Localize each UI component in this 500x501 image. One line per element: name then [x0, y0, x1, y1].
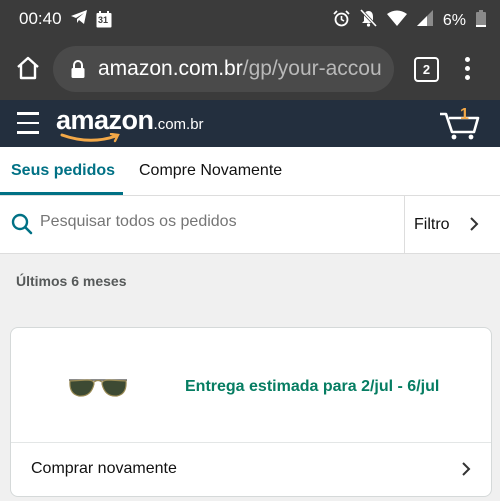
- cart-icon: [440, 112, 480, 140]
- chevron-right-icon: [461, 461, 471, 482]
- home-button[interactable]: [15, 55, 41, 81]
- signal-icon: [416, 10, 433, 31]
- buy-again-label: Comprar novamente: [31, 460, 177, 477]
- battery-icon: [476, 9, 486, 32]
- filter-label: Filtro: [414, 216, 450, 233]
- more-vert-icon: [465, 57, 470, 62]
- battery-level: 6%: [442, 11, 466, 29]
- tab-count: 2: [422, 62, 431, 77]
- delivery-estimate: Entrega estimada para 2/jul - 6/jul: [185, 378, 440, 395]
- lock-icon: [71, 60, 85, 83]
- logo-wordmark: amazon: [56, 105, 154, 135]
- filter-button[interactable]: Filtro: [405, 196, 500, 253]
- hamburger-icon: [17, 112, 39, 115]
- wifi-icon: [386, 10, 407, 31]
- home-icon: [17, 56, 39, 80]
- status-bar: 00:40 31 6%: [0, 0, 500, 38]
- logo-domain: .com.br: [153, 116, 204, 133]
- amazon-logo[interactable]: amazon.com.br: [56, 105, 204, 143]
- browser-toolbar: amazon.com.br/gp/your-accou 2: [0, 38, 500, 100]
- cart-button[interactable]: [438, 108, 480, 140]
- tab-buy-again[interactable]: Compre Novamente: [139, 162, 282, 180]
- url-path: /gp/your-accou: [242, 57, 382, 80]
- calendar-day: 31: [98, 15, 109, 25]
- browser-menu-button[interactable]: [465, 57, 471, 81]
- search-icon: [11, 213, 33, 240]
- chevron-right-icon: [469, 216, 479, 237]
- orders-tabs: Seus pedidos Compre Novamente: [0, 147, 500, 196]
- sunglasses-image[interactable]: [67, 376, 129, 405]
- hamburger-menu-button[interactable]: [17, 112, 39, 134]
- notifications-off-icon: [359, 8, 377, 32]
- cart-count: 1: [460, 106, 469, 123]
- order-search-bar: Filtro: [0, 196, 500, 254]
- search-input[interactable]: [40, 213, 390, 231]
- url-domain: amazon.com.br: [98, 57, 243, 80]
- telegram-icon: [70, 9, 88, 30]
- clock: 00:40: [19, 9, 62, 28]
- site-header: amazon.com.br: [0, 100, 500, 147]
- tab-your-orders[interactable]: Seus pedidos: [11, 162, 115, 180]
- alarm-icon: [333, 9, 350, 32]
- active-tab-indicator: [0, 192, 123, 195]
- period-label: Últimos 6 meses: [16, 273, 127, 289]
- tab-switcher-button[interactable]: 2: [414, 57, 439, 82]
- url-text: amazon.com.br/gp/your-accou: [98, 57, 382, 81]
- smile-icon: [60, 133, 120, 143]
- order-card: Entrega estimada para 2/jul - 6/jul Comp…: [10, 327, 492, 497]
- buy-again-button[interactable]: Comprar novamente: [11, 443, 491, 496]
- address-bar[interactable]: amazon.com.br/gp/your-accou: [53, 46, 394, 92]
- calendar-icon: 31: [96, 11, 112, 28]
